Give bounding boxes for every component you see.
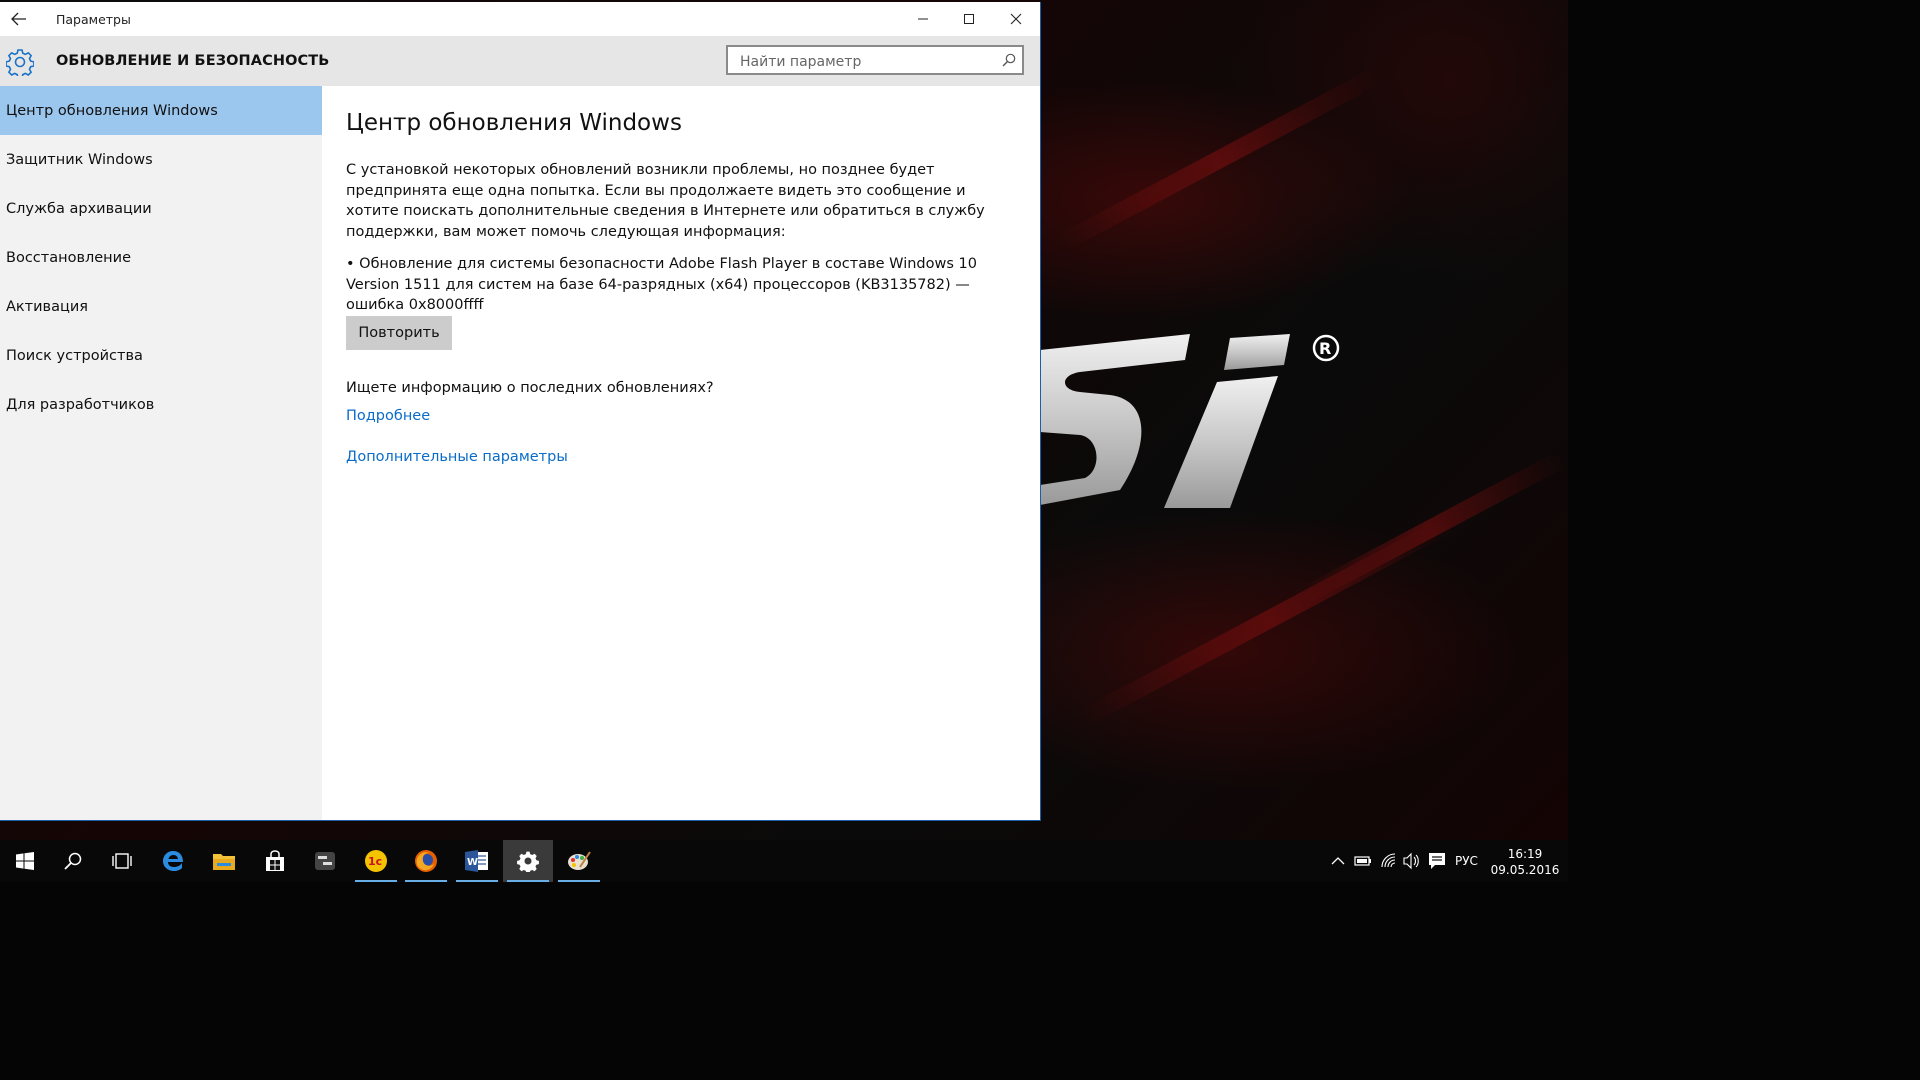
- advanced-options-link[interactable]: Дополнительные параметры: [346, 449, 568, 465]
- show-hidden-icons-icon[interactable]: [1331, 852, 1345, 870]
- msi-logo: R: [1040, 334, 1340, 508]
- svg-text:W: W: [467, 857, 478, 868]
- info-question: Ищете информацию о последних обновлениях…: [346, 380, 714, 396]
- file-explorer-icon: [213, 854, 235, 870]
- clock[interactable]: 16:19 09.05.2016: [1490, 846, 1560, 878]
- volume-icon[interactable]: [1403, 852, 1421, 870]
- sidebar-item-label: Для разработчиков: [6, 396, 155, 413]
- taskbar-app[interactable]: [300, 840, 350, 882]
- network-icon[interactable]: [1380, 852, 1398, 870]
- taskbar-store[interactable]: [250, 840, 300, 882]
- status-message: С установкой некоторых обновлений возник…: [346, 162, 985, 240]
- back-arrow-icon: [11, 12, 26, 26]
- taskbar-edge[interactable]: [148, 840, 198, 882]
- taskbar-1c[interactable]: 1с: [351, 840, 401, 882]
- minimize-icon: [918, 18, 928, 20]
- input-language-indicator[interactable]: РУС: [1455, 854, 1478, 868]
- taskbar-paint[interactable]: [554, 840, 604, 882]
- close-icon: [1010, 13, 1022, 25]
- sidebar-item-find-device[interactable]: Поиск устройства: [0, 331, 322, 380]
- wallpaper-streak: [1056, 66, 1384, 252]
- gear-icon: [6, 49, 34, 76]
- sidebar-item-label: Восстановление: [6, 249, 132, 266]
- page-title: Центр обновления Windows: [346, 110, 682, 136]
- settings-window: Параметры ОБНОВЛЕНИЕ И БЕЗОПАСНОСТЬ Найт…: [0, 2, 1041, 821]
- taskbar-settings[interactable]: [503, 840, 553, 882]
- settings-icon: [517, 851, 539, 872]
- minimize-button[interactable]: [900, 2, 946, 36]
- sidebar-item-windows-update[interactable]: Центр обновления Windows: [0, 86, 322, 135]
- sidebar-item-backup[interactable]: Служба архивации: [0, 184, 322, 233]
- search-icon[interactable]: [1002, 53, 1016, 67]
- sidebar-item-label: Служба архивации: [6, 200, 152, 217]
- battery-icon[interactable]: [1354, 852, 1372, 870]
- close-button[interactable]: [993, 2, 1039, 36]
- search-button[interactable]: [48, 840, 98, 882]
- taskbar-firefox[interactable]: [401, 840, 451, 882]
- sidebar-item-recovery[interactable]: Восстановление: [0, 233, 322, 282]
- search-icon: [64, 852, 82, 870]
- store-icon: [266, 850, 284, 871]
- taskbar-word[interactable]: W: [452, 840, 502, 882]
- search-input[interactable]: [738, 51, 997, 73]
- action-center-icon[interactable]: [1428, 852, 1446, 870]
- sidebar-item-label: Центр обновления Windows: [6, 102, 218, 119]
- word-icon: W: [465, 850, 488, 872]
- sidebar: Центр обновления Windows Защитник Window…: [0, 86, 322, 820]
- task-view-button[interactable]: [97, 840, 147, 882]
- app-icon: [315, 852, 335, 870]
- more-info-link[interactable]: Подробнее: [346, 408, 430, 424]
- section-title: ОБНОВЛЕНИЕ И БЕЗОПАСНОСТЬ: [56, 53, 330, 69]
- sidebar-item-label: Активация: [6, 298, 88, 315]
- sidebar-item-windows-defender[interactable]: Защитник Windows: [0, 135, 322, 184]
- sidebar-item-label: Защитник Windows: [6, 151, 153, 168]
- start-icon: [16, 852, 34, 870]
- clock-time: 16:19: [1507, 847, 1543, 861]
- clock-date: 09.05.2016: [1490, 863, 1560, 877]
- maximize-icon: [964, 14, 974, 24]
- 1c-icon: 1с: [365, 850, 387, 872]
- back-button[interactable]: [0, 2, 38, 36]
- paint-icon: [568, 851, 591, 870]
- title-bar: Параметры: [0, 2, 1040, 36]
- search-box[interactable]: [726, 45, 1024, 75]
- settings-header: ОБНОВЛЕНИЕ И БЕЗОПАСНОСТЬ: [0, 36, 1040, 86]
- window-title: Параметры: [56, 12, 131, 27]
- taskbar-file-explorer[interactable]: [199, 840, 249, 882]
- taskbar: 1с W РУС 16:19 09.05.2016: [0, 840, 1568, 882]
- edge-icon: [163, 851, 183, 871]
- firefox-icon: [415, 850, 437, 872]
- sidebar-item-activation[interactable]: Активация: [0, 282, 322, 331]
- task-view-icon: [112, 853, 132, 869]
- svg-text:1с: 1с: [368, 855, 382, 868]
- start-button[interactable]: [0, 840, 50, 882]
- failed-update-item: • Обновление для системы безопасности Ad…: [346, 256, 977, 313]
- retry-button[interactable]: Повторить: [346, 316, 452, 350]
- maximize-button[interactable]: [946, 2, 992, 36]
- sidebar-item-developers[interactable]: Для разработчиков: [0, 380, 322, 429]
- svg-text:R: R: [1319, 339, 1331, 358]
- main-content: Центр обновления Windows С установкой не…: [322, 86, 1040, 820]
- sidebar-item-label: Поиск устройства: [6, 347, 143, 364]
